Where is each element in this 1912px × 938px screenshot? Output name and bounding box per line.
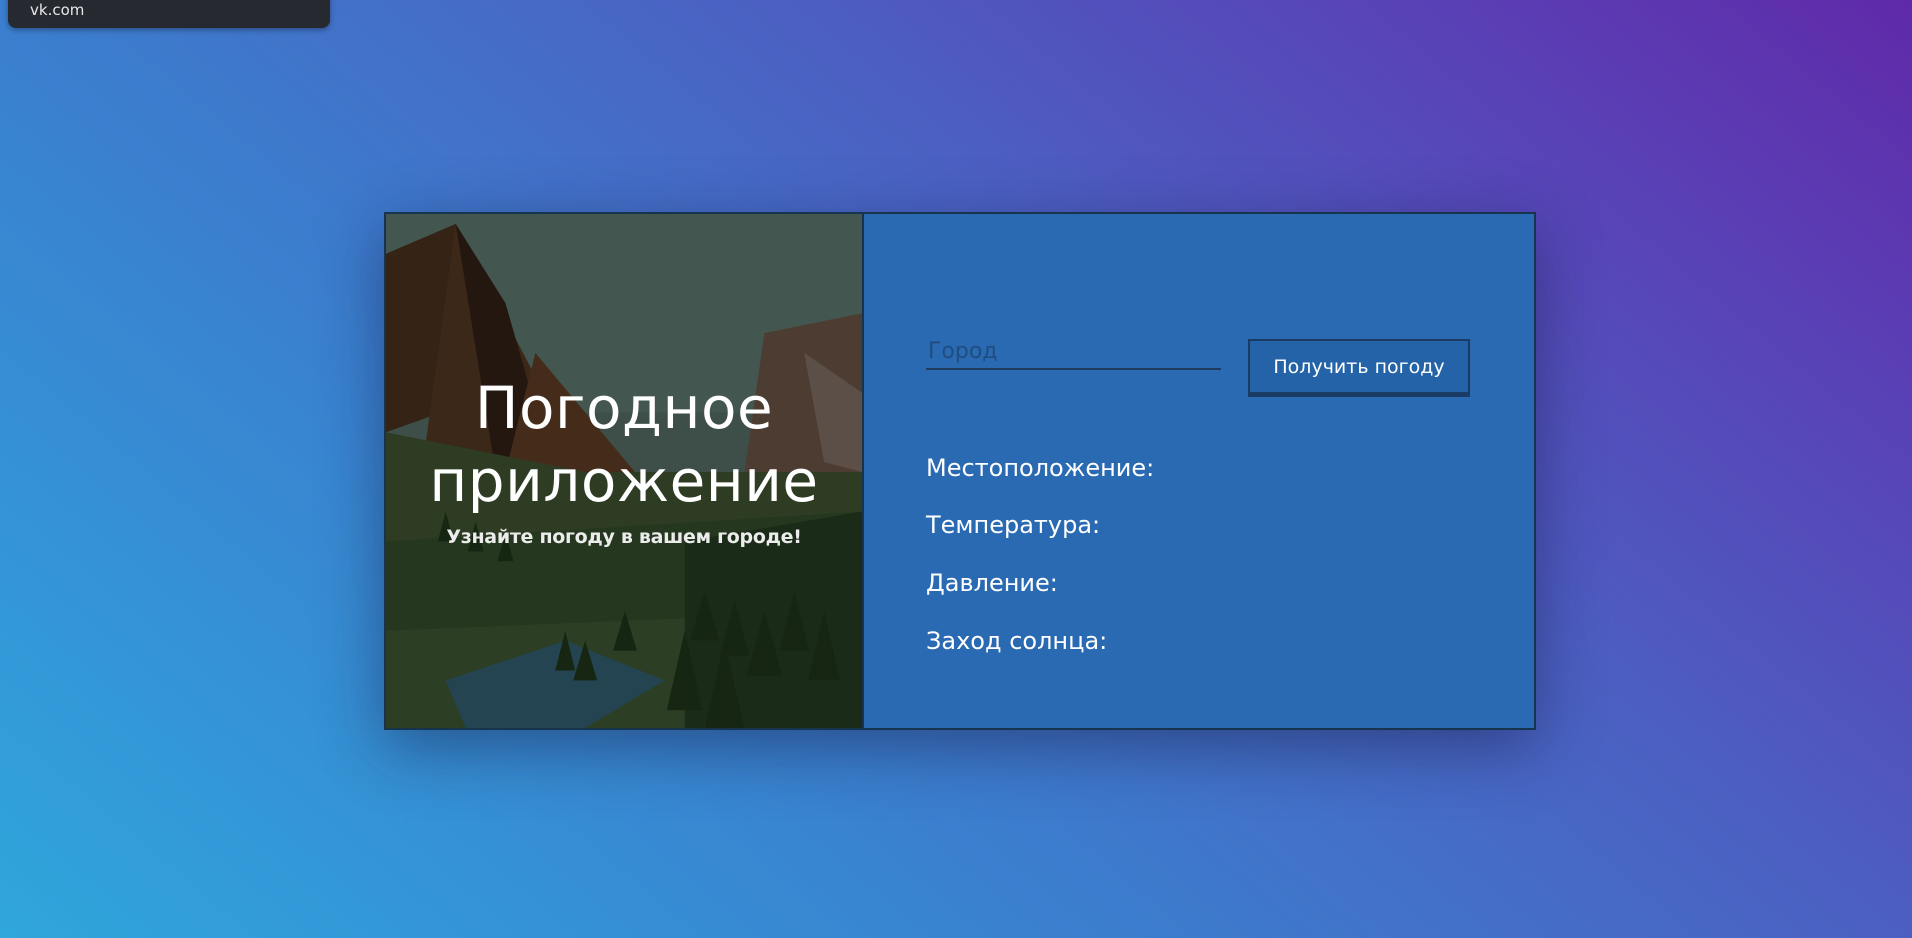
city-input[interactable] bbox=[926, 334, 1221, 370]
link-tooltip: vk.com bbox=[8, 0, 330, 28]
app-title: Погодное приложение bbox=[429, 374, 819, 515]
weather-panel: Местоположение: Температура: Давление: З… bbox=[864, 214, 1534, 728]
tooltip-url: vk.com bbox=[30, 1, 85, 19]
location-label: Местоположение: bbox=[926, 454, 1155, 482]
weather-card: Погодное приложение Узнайте погоду в ваш… bbox=[384, 212, 1536, 730]
pressure-label: Давление: bbox=[926, 569, 1058, 597]
temperature-label: Температура: bbox=[926, 511, 1101, 539]
hero-panel: Погодное приложение Узнайте погоду в ваш… bbox=[386, 214, 864, 728]
get-weather-button[interactable]: Получить погоду bbox=[1248, 339, 1470, 397]
sunset-label: Заход солнца: bbox=[926, 627, 1108, 655]
app-subtitle: Узнайте погоду в вашем городе! bbox=[446, 526, 802, 548]
